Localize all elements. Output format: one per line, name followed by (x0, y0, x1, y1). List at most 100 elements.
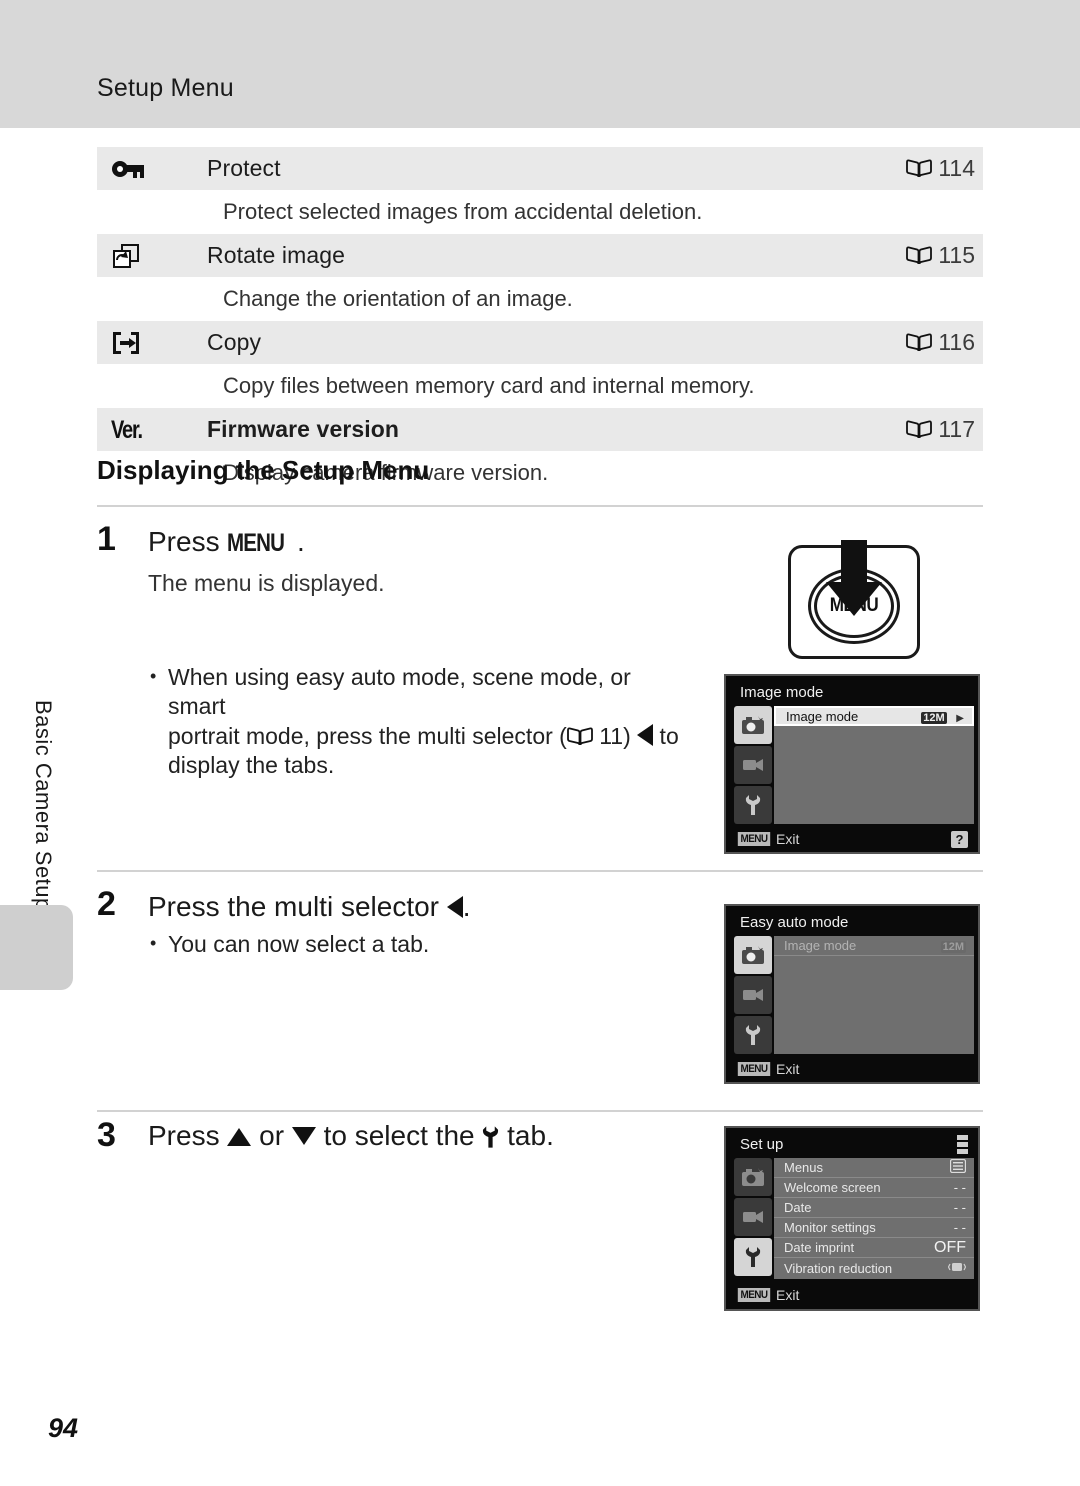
setup-tab-icon (482, 1124, 499, 1156)
step-1-title: Press MENU. (148, 526, 305, 558)
lcd-row[interactable]: Vibration reduction (774, 1258, 974, 1278)
page-reference: 115 (853, 242, 983, 269)
step-2-title-prefix: Press the multi selector (148, 891, 447, 922)
step-3-title-b: or (251, 1120, 292, 1151)
page-reference-number: 117 (938, 416, 975, 442)
menu-button-glyph: MENU (227, 529, 285, 557)
step-1-subtext: The menu is displayed. (148, 570, 385, 596)
table-row: Ver. Firmware version 117 (97, 408, 983, 451)
firmware-version-icon-label: Ver. (111, 416, 143, 444)
table-row-description: Protect selected images from accidental … (97, 190, 983, 234)
multi-selector-up-icon (227, 1128, 252, 1146)
setup-tab-icon[interactable] (734, 1238, 772, 1276)
section-heading: Displaying the Setup Menu (97, 455, 430, 485)
press-arrow-head (826, 582, 882, 616)
step-1-bullet-ref: 11 (599, 722, 624, 749)
page-title: Setup Menu (97, 74, 234, 102)
table-row-label: Rotate image (207, 242, 345, 268)
movie-tab-icon[interactable] (734, 746, 772, 784)
lcd-row-label: Date imprint (784, 1240, 855, 1255)
menu-chip: MENU (737, 832, 771, 846)
menu-chip: MENU (737, 1062, 771, 1076)
lcd-row-value: - - (953, 1200, 966, 1215)
step-1-bullet: • When using easy auto mode, scene mode,… (150, 663, 688, 781)
lcd-row-label: Menus (784, 1160, 824, 1175)
lcd-row-label: Image mode (786, 708, 859, 724)
page-reference-number: 114 (938, 155, 975, 181)
step-number-1: 1 (97, 520, 116, 558)
lcd-footer: MENU Exit ? (726, 826, 978, 852)
shooting-tab-icon[interactable] (734, 1158, 772, 1196)
step-3-title-a: Press (148, 1120, 228, 1151)
lcd-row[interactable]: Welcome screen - - (774, 1178, 974, 1198)
lcd-body: Image mode 12M (774, 936, 974, 1054)
divider (97, 505, 983, 507)
book-icon (906, 159, 933, 179)
page-reference: 117 (853, 416, 983, 443)
movie-tab-icon[interactable] (734, 1198, 772, 1236)
bullet-marker: • (150, 933, 157, 953)
page-number: 94 (48, 1413, 79, 1443)
shooting-tab-icon[interactable] (734, 706, 772, 744)
step-1-title-prefix: Press (148, 526, 228, 557)
step-2-bullet: • You can now select a tab. (150, 930, 628, 959)
lcd-row-label: Monitor settings (784, 1220, 876, 1235)
shooting-tab-icon[interactable] (734, 936, 772, 974)
vr-icon (947, 1260, 967, 1277)
step-3-title-d: tab. (499, 1120, 554, 1151)
step-1-bullet-line-2b: ) (623, 722, 638, 749)
lcd-footer-label: Exit (776, 1287, 800, 1303)
step-1-bullet-line-2c: to (653, 722, 679, 749)
table-row: Rotate image 115 (97, 234, 983, 277)
menu-button-illustration: MENU (788, 540, 920, 659)
step-2-title-suffix: . (462, 891, 471, 922)
lcd-image-mode: Image mode Image mode 12M ▶ MENU Exit ? (724, 674, 980, 854)
setup-menu-summary-table: Protect 114 Protect selected images from… (97, 147, 983, 495)
lcd-tab-strip (734, 706, 772, 826)
lcd-row[interactable]: Image mode 12M ▶ (774, 706, 974, 726)
page-header-band (0, 0, 1080, 128)
divider (97, 1110, 983, 1112)
bullet-marker: • (150, 666, 157, 686)
book-icon (906, 333, 933, 353)
lcd-title: Image mode (740, 684, 824, 701)
lcd-body: Image mode 12M ▶ (774, 706, 974, 824)
lcd-row[interactable]: Monitor settings - - (774, 1218, 974, 1238)
step-3-title-c: to select the (315, 1120, 483, 1151)
step-3-title: Press or to select the tab. (148, 1120, 554, 1156)
lcd-footer: MENU Exit (726, 1056, 978, 1082)
lcd-set-up: Set up Menus Welcome screen - - Date - -… (724, 1126, 980, 1311)
table-row-label: Copy (207, 329, 262, 355)
step-1-bullet-line-3: display the tabs. (168, 752, 335, 779)
step-1-bullet-line-2a: portrait mode, press the multi selector … (168, 722, 567, 749)
setup-tab-icon[interactable] (734, 786, 772, 824)
page-reference: 116 (853, 329, 983, 356)
lcd-row[interactable]: Date - - (774, 1198, 974, 1218)
step-1-bullet-line-2: portrait mode, press the multi selector … (168, 722, 688, 751)
table-row-label: Firmware version (207, 416, 400, 442)
menus-icon (949, 1158, 967, 1176)
table-row-description: Copy files between memory card and inter… (97, 364, 983, 408)
step-1-title-suffix: . (296, 526, 305, 557)
lcd-footer: MENU Exit (726, 1281, 978, 1309)
lcd-title: Set up (740, 1136, 784, 1153)
lcd-row[interactable]: Date imprint OFF (774, 1238, 974, 1258)
table-row: Protect 114 (97, 147, 983, 190)
help-badge[interactable]: ? (951, 831, 968, 848)
lcd-row-label: Welcome screen (784, 1180, 881, 1195)
book-icon (906, 420, 933, 440)
scrollbar[interactable] (957, 1135, 968, 1159)
lcd-footer-label: Exit (776, 1061, 800, 1077)
multi-selector-left-icon (637, 723, 654, 746)
lcd-tab-strip (734, 936, 772, 1056)
lcd-row[interactable]: Menus (774, 1158, 974, 1178)
movie-tab-icon[interactable] (734, 976, 772, 1014)
lcd-row[interactable]: Image mode 12M (774, 936, 974, 956)
table-row-description: Change the orientation of an image. (97, 277, 983, 321)
lcd-row-label: Image mode (784, 938, 857, 953)
step-2-bullet-text: You can now select a tab. (168, 931, 430, 957)
table-row-label: Protect (207, 155, 281, 181)
setup-tab-icon[interactable] (734, 1016, 772, 1054)
lcd-row-value: 12M (940, 938, 966, 953)
divider (97, 870, 983, 872)
